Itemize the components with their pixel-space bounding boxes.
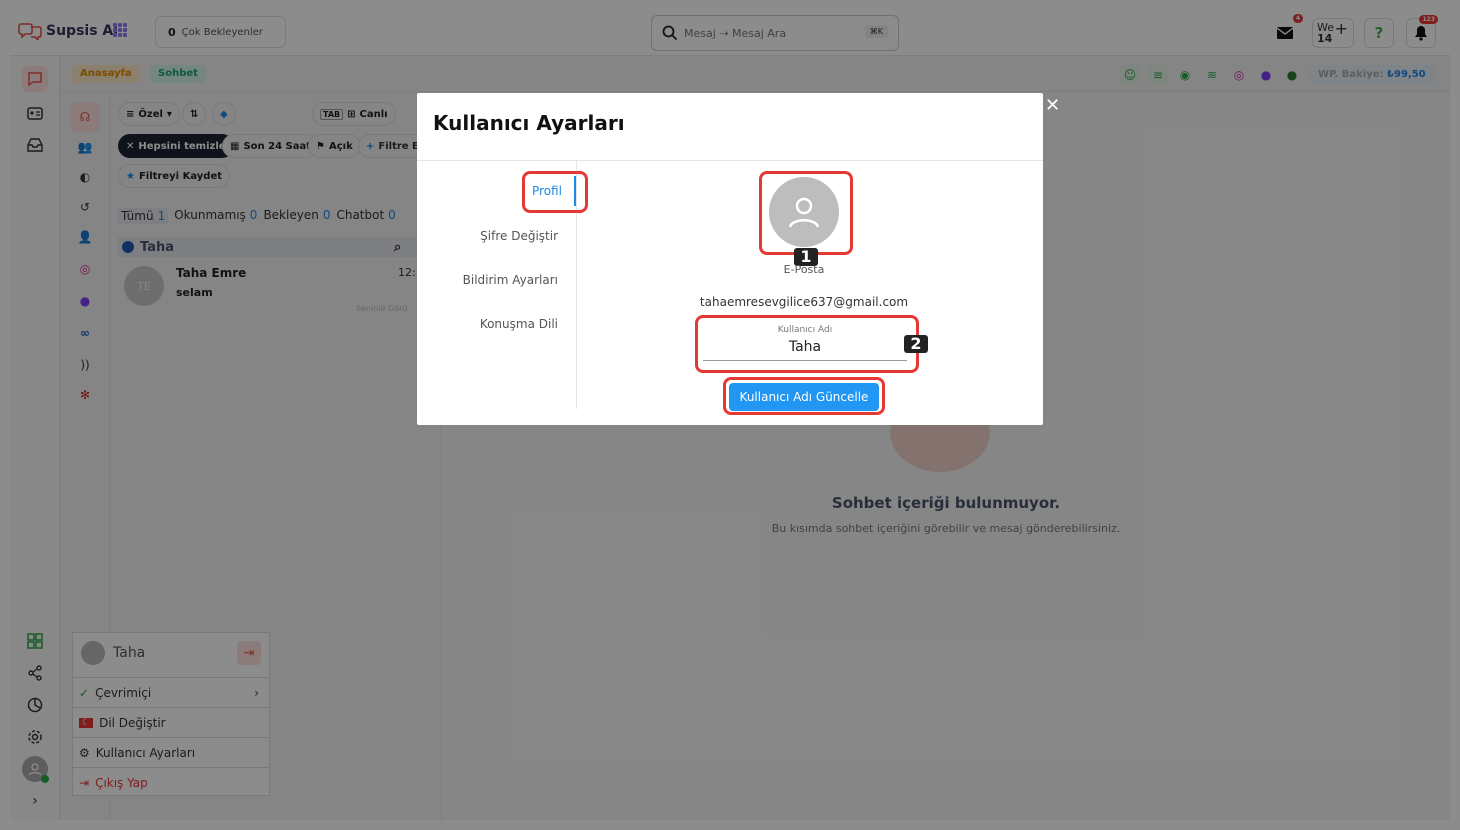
nav-conversation-language[interactable]: Konuşma Dili: [480, 317, 558, 331]
highlight-profile: [522, 171, 588, 213]
email-label: E-Posta: [783, 263, 825, 276]
settings-nav: Profil Şifre Değiştir Bildirim Ayarları …: [417, 161, 588, 409]
email-value: tahaemresevgilice637@gmail.com: [699, 295, 909, 309]
highlight-username: [695, 315, 919, 373]
user-settings-modal: Kullanıcı Ayarları Profil Şifre Değiştir…: [417, 93, 1043, 425]
highlight-avatar: [759, 171, 853, 255]
modal-title: Kullanıcı Ayarları: [417, 93, 1043, 161]
nav-notification-settings[interactable]: Bildirim Ayarları: [463, 273, 558, 287]
nav-change-password[interactable]: Şifre Değiştir: [480, 229, 558, 243]
step-marker-2: 2: [904, 335, 928, 353]
close-icon[interactable]: ✕: [1045, 95, 1060, 116]
highlight-update-button: [723, 377, 885, 415]
